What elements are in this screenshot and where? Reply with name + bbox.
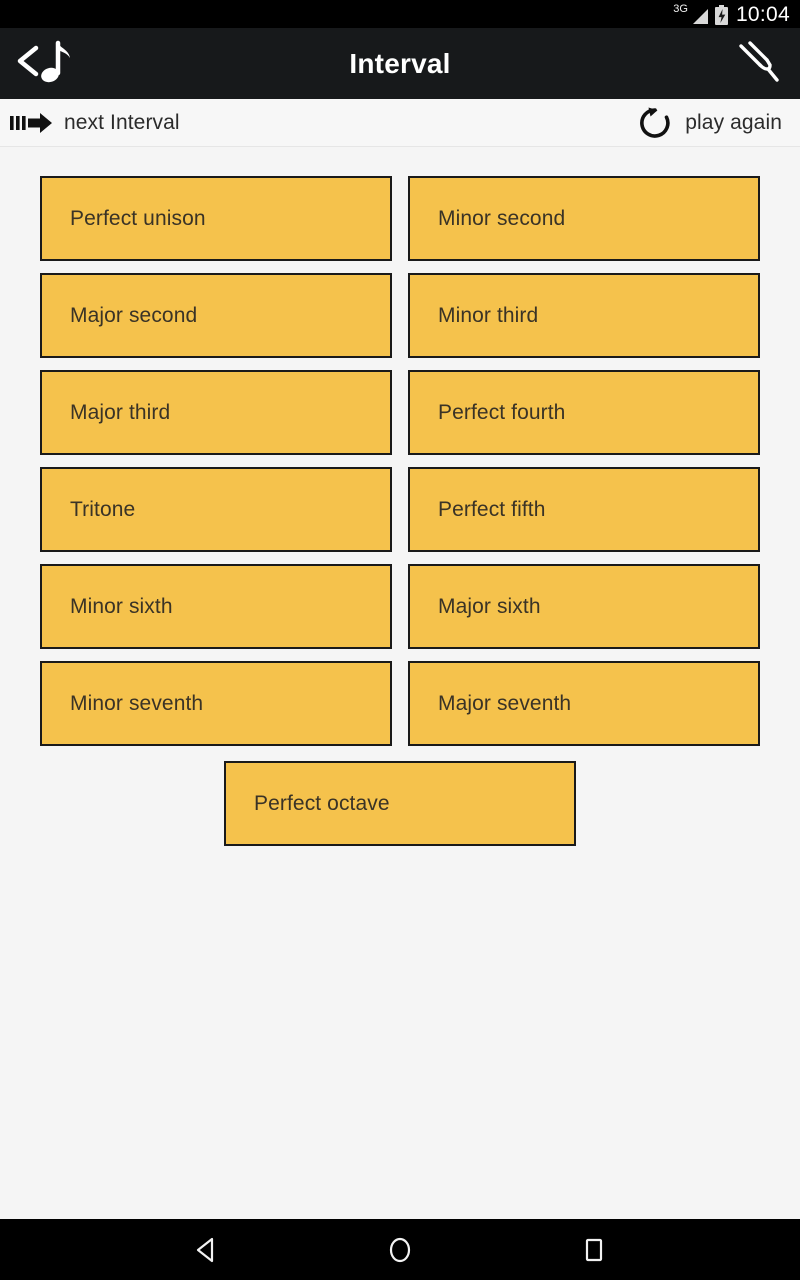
interval-button-minor-second[interactable]: Minor second (408, 176, 760, 261)
play-again-label: play again (685, 110, 782, 134)
page-title: Interval (349, 47, 451, 79)
interval-row: Tritone Perfect fifth (40, 467, 760, 552)
interval-button-major-sixth[interactable]: Major sixth (408, 564, 760, 649)
interval-button-perfect-unison[interactable]: Perfect unison (40, 176, 392, 261)
interval-row: Major third Perfect fourth (40, 370, 760, 455)
interval-button-major-third[interactable]: Major third (40, 370, 392, 455)
interval-button-perfect-fourth[interactable]: Perfect fourth (408, 370, 760, 455)
interval-grid: Perfect unison Minor second Major second… (0, 147, 800, 1219)
action-bar: Interval (0, 28, 800, 99)
interval-button-major-seventh[interactable]: Major seventh (408, 661, 760, 746)
interval-row: Perfect unison Minor second (40, 176, 760, 261)
interval-row: Major second Minor third (40, 273, 760, 358)
interval-button-perfect-fifth[interactable]: Perfect fifth (408, 467, 760, 552)
back-triangle-icon[interactable] (178, 1219, 234, 1280)
interval-button-perfect-octave[interactable]: Perfect octave (224, 761, 576, 846)
status-icons: 3G 10:04 (673, 2, 790, 26)
fast-forward-icon (8, 109, 54, 137)
home-circle-icon[interactable] (372, 1219, 428, 1280)
interval-row-last: Perfect octave (40, 761, 760, 846)
recents-square-icon[interactable] (566, 1219, 622, 1280)
next-interval-label: next Interval (64, 110, 180, 134)
back-music-note-icon[interactable] (0, 28, 86, 99)
tuning-fork-icon[interactable] (714, 28, 800, 99)
interval-button-minor-seventh[interactable]: Minor seventh (40, 661, 392, 746)
interval-button-major-second[interactable]: Major second (40, 273, 392, 358)
signal-bars-icon (692, 8, 708, 24)
interval-row: Minor seventh Major seventh (40, 661, 760, 746)
navigation-bar (0, 1219, 800, 1280)
status-bar: 3G 10:04 (0, 0, 800, 28)
refresh-icon (635, 103, 675, 143)
interval-button-tritone[interactable]: Tritone (40, 467, 392, 552)
play-again-button[interactable]: play again (635, 99, 782, 146)
next-interval-button[interactable]: next Interval (8, 99, 180, 146)
battery-charging-icon (714, 5, 729, 25)
interval-button-minor-third[interactable]: Minor third (408, 273, 760, 358)
interval-row: Minor sixth Major sixth (40, 564, 760, 649)
interval-toolbar: next Interval play again (0, 99, 800, 147)
interval-button-minor-sixth[interactable]: Minor sixth (40, 564, 392, 649)
status-clock: 10:04 (735, 2, 790, 26)
network-type-label: 3G (673, 2, 688, 15)
